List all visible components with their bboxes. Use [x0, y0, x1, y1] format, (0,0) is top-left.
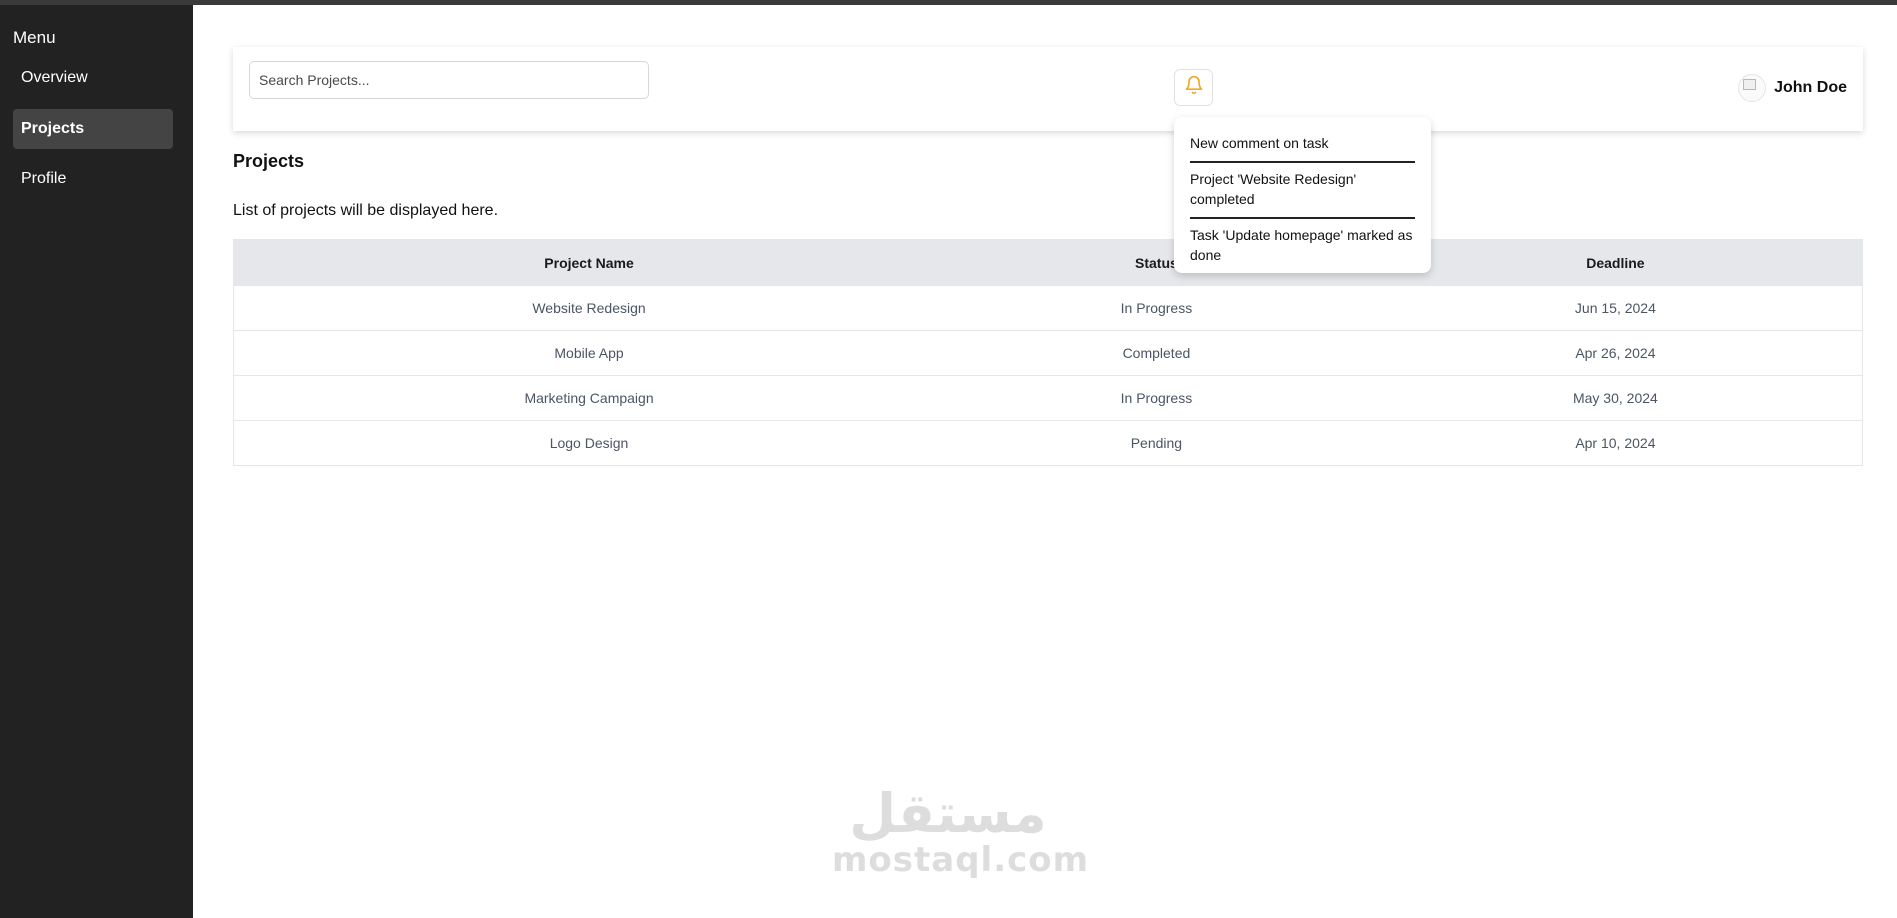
table-row[interactable]: Mobile App Completed Apr 26, 2024: [233, 330, 1863, 376]
search-input[interactable]: [249, 61, 649, 99]
project-name-cell: Logo Design: [233, 420, 945, 466]
project-name-cell: Website Redesign: [233, 285, 945, 331]
watermark: مستقل mostaql.com: [832, 782, 1090, 880]
projects-table: Project Name Status Deadline Website Red…: [233, 239, 1863, 466]
table-header-row: Project Name Status Deadline: [233, 239, 1863, 286]
user-menu[interactable]: John Doe: [1738, 73, 1847, 103]
notification-item[interactable]: Project 'Website Redesign' completed: [1190, 161, 1415, 217]
sidebar-item-overview[interactable]: Overview: [13, 58, 173, 98]
notification-item[interactable]: New comment on task: [1190, 127, 1415, 161]
watermark-arabic: مستقل: [849, 782, 1047, 845]
table-row[interactable]: Logo Design Pending Apr 10, 2024: [233, 420, 1863, 466]
watermark-latin: mostaql.com: [832, 840, 1090, 880]
notification-item[interactable]: Task 'Update homepage' marked as done: [1190, 217, 1415, 273]
notifications-dropdown: New comment on task Project 'Website Red…: [1174, 117, 1431, 273]
status-cell: In Progress: [944, 285, 1369, 331]
notifications-button[interactable]: [1174, 69, 1213, 106]
header-bar: John Doe: [233, 47, 1863, 131]
table-row[interactable]: Marketing Campaign In Progress May 30, 2…: [233, 375, 1863, 421]
column-header-deadline: Deadline: [1368, 239, 1863, 286]
status-cell: Completed: [944, 330, 1369, 376]
column-header-project-name: Project Name: [233, 239, 945, 286]
sidebar-item-profile[interactable]: Profile: [13, 159, 173, 199]
window-top-strip: [0, 0, 1897, 5]
page-title: Projects: [233, 151, 305, 171]
status-cell: In Progress: [944, 375, 1369, 421]
bell-icon: [1184, 75, 1204, 100]
deadline-cell: Apr 10, 2024: [1368, 420, 1863, 466]
table-row[interactable]: Website Redesign In Progress Jun 15, 202…: [233, 285, 1863, 331]
avatar[interactable]: [1738, 74, 1767, 102]
sidebar-item-projects[interactable]: Projects: [13, 109, 173, 149]
status-cell: Pending: [944, 420, 1369, 466]
sidebar-title: Menu: [13, 28, 56, 47]
deadline-cell: Apr 26, 2024: [1368, 330, 1863, 376]
project-name-cell: Marketing Campaign: [233, 375, 945, 421]
project-name-cell: Mobile App: [233, 330, 945, 376]
deadline-cell: May 30, 2024: [1368, 375, 1863, 421]
user-name: John Doe: [1774, 79, 1847, 96]
deadline-cell: Jun 15, 2024: [1368, 285, 1863, 331]
sidebar: Menu Overview Projects Profile: [0, 5, 193, 918]
page-description: List of projects will be displayed here.: [233, 202, 499, 219]
